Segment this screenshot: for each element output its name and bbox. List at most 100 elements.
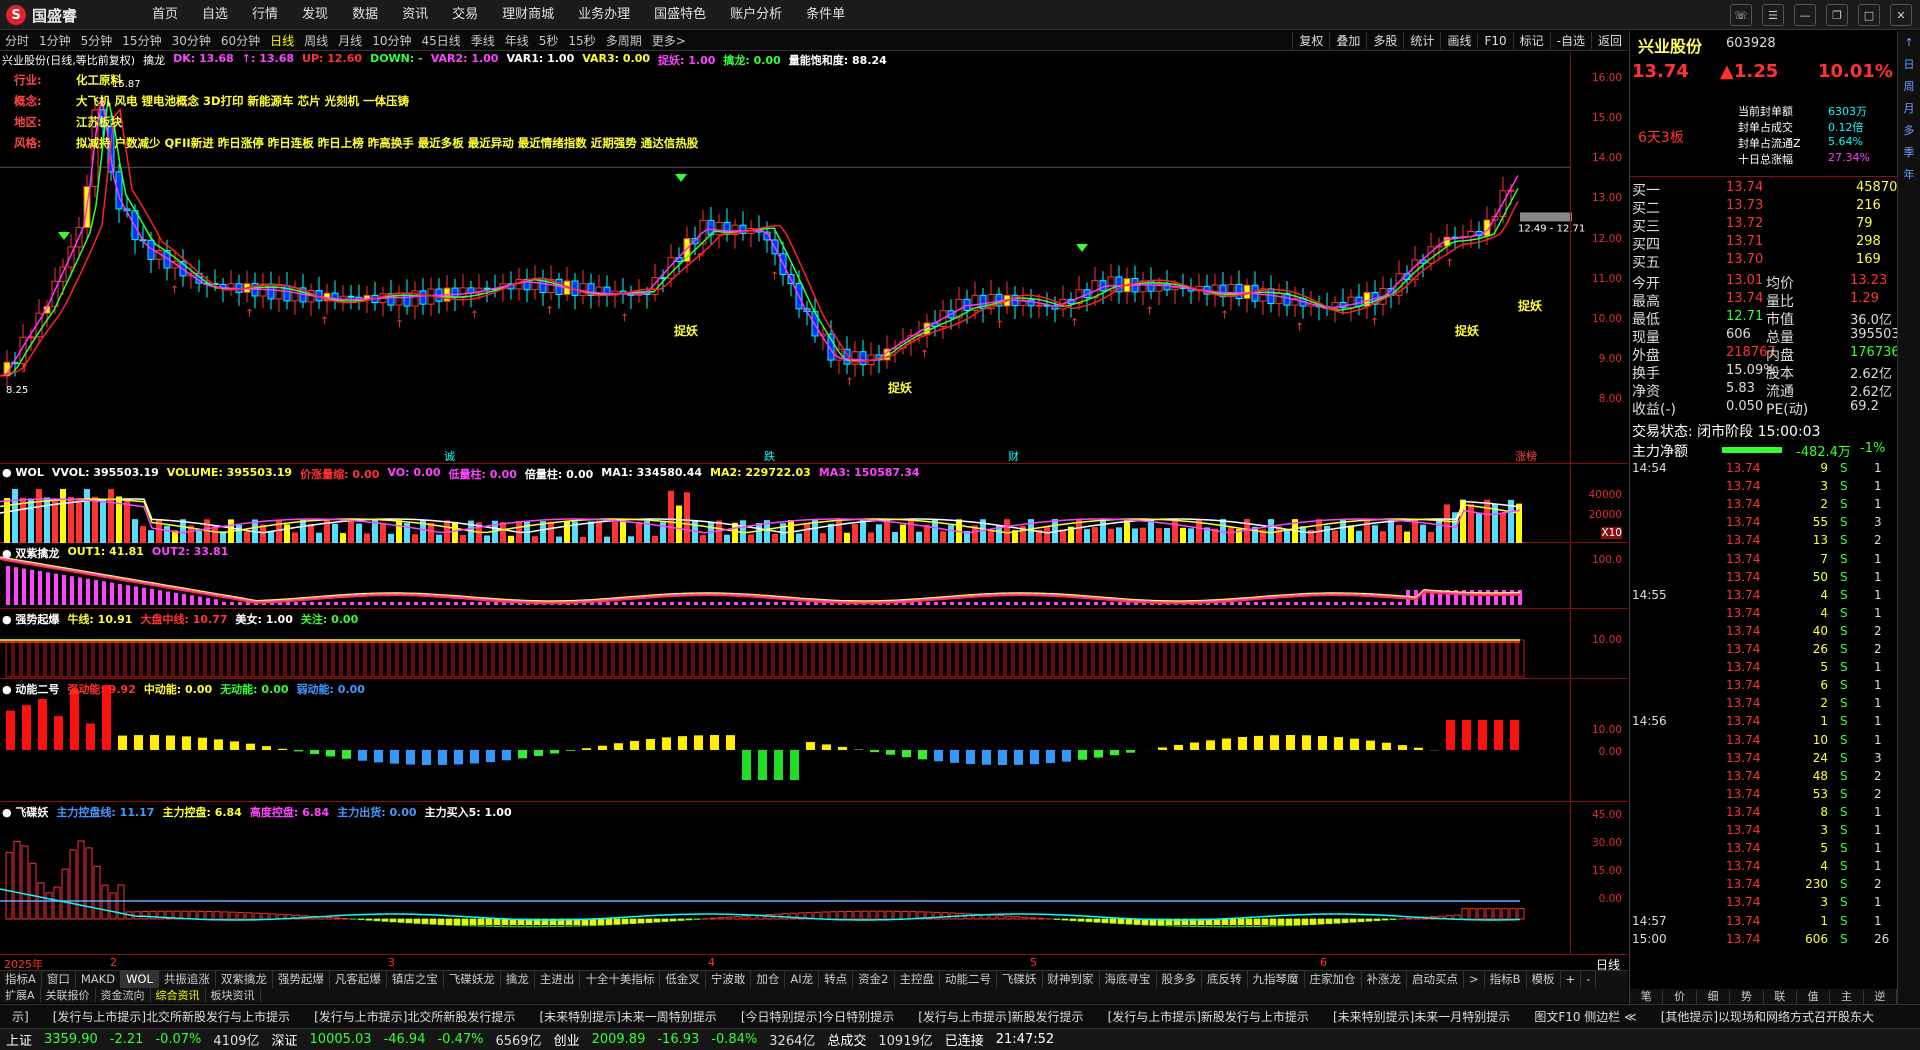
menu-item[interactable]: 国盛特色 — [642, 0, 718, 30]
tool-button[interactable]: 画线 — [1440, 32, 1477, 49]
ticker-item[interactable]: 图文F10 侧边栏 ≪ — [1522, 1005, 1648, 1028]
indicator-tab[interactable]: 底反转 — [1202, 971, 1248, 988]
quote-tab[interactable]: 主 — [1830, 989, 1864, 1004]
menu-icon[interactable]: ☰ — [1762, 4, 1784, 26]
period-2[interactable]: 5分钟 — [76, 31, 118, 51]
tool-button[interactable]: 叠加 — [1329, 32, 1366, 49]
indicator-tab[interactable]: 宁波敢 — [706, 971, 752, 988]
indicator-tab[interactable]: 庄家加仓 — [1305, 971, 1362, 988]
minimize-icon[interactable]: — — [1794, 4, 1816, 26]
tool-button[interactable]: 多股 — [1366, 32, 1403, 49]
ticker-item[interactable]: 示] — [0, 1005, 41, 1028]
indicator-tab[interactable]: 擒龙 — [501, 971, 535, 988]
bid-price[interactable]: 13.71 — [1726, 234, 1763, 249]
main-kline-chart[interactable]: 15.87 8.25 12.49 - 12.71 捉妖 捉妖 捉妖 捉妖诚跌财涨榜 ↑ ↑ ↑ ↑ ↑… — [0, 52, 1628, 464]
ticker-item[interactable]: [发行与上市提示]北交所新股发行与上市提示 — [41, 1005, 302, 1028]
bid-price[interactable]: 13.73 — [1726, 198, 1763, 213]
indicator-tab[interactable]: 加仓 — [751, 971, 786, 988]
indicator-tab[interactable]: 凡客起爆 — [330, 971, 387, 988]
tool-button[interactable]: -自选 — [1549, 32, 1591, 49]
quote-tab[interactable]: 价 — [1663, 989, 1697, 1004]
period-6[interactable]: 日线 — [265, 31, 299, 51]
indicator-tab[interactable]: 资金2 — [853, 971, 895, 988]
indicator-tab[interactable]: > — [1464, 971, 1485, 988]
indicator-tab[interactable]: 共振追涨 — [159, 971, 216, 988]
menu-item[interactable]: 条件单 — [794, 0, 857, 30]
period-8[interactable]: 月线 — [333, 31, 367, 51]
period-1[interactable]: 1分钟 — [34, 31, 76, 51]
sidebar-button[interactable]: 年 — [1898, 163, 1920, 185]
sidebar-button[interactable]: ↑ — [1898, 31, 1920, 53]
sidebar-button[interactable]: 日 — [1898, 53, 1920, 75]
indicator-tab[interactable]: 飞碟妖龙 — [444, 971, 501, 988]
period-0[interactable]: 分时 — [0, 31, 34, 51]
msg-icon[interactable]: ☏ — [1730, 4, 1752, 26]
indicator-panel-feidie[interactable]: ● 飞碟妖 主力控盘线: 11.17 主力控盘: 6.84 高度控盘: 6.84 主力出… — [0, 803, 1628, 955]
close-icon[interactable]: ✕ — [1890, 4, 1912, 26]
tool-button[interactable]: 复权 — [1292, 32, 1329, 49]
bid-price[interactable]: 13.74 — [1726, 180, 1763, 195]
quote-tab[interactable]: 细 — [1697, 989, 1731, 1004]
period-4[interactable]: 30分钟 — [167, 31, 216, 51]
indicator-tab[interactable]: 模板 — [1527, 971, 1561, 988]
period-12[interactable]: 年线 — [500, 31, 534, 51]
indicator-tab[interactable]: 指标A — [0, 971, 42, 988]
menu-item[interactable]: 账户分析 — [718, 0, 794, 30]
indicator-tab[interactable]: 九指琴魔 — [1248, 971, 1305, 988]
indicator-tab[interactable]: MAKD — [76, 971, 122, 988]
quote-tab[interactable]: 笔 — [1630, 989, 1664, 1004]
tool-button[interactable]: 统计 — [1403, 32, 1440, 49]
extension-tab[interactable]: 综合资讯 — [151, 988, 206, 1003]
indicator-tab[interactable]: 启动买点 — [1407, 971, 1464, 988]
period-9[interactable]: 10分钟 — [367, 31, 416, 51]
indicator-tab[interactable]: 财神到家 — [1043, 971, 1100, 988]
indicator-tab[interactable]: 动能二号 — [940, 971, 997, 988]
indicator-tab[interactable]: 低金叉 — [660, 971, 706, 988]
indicator-tab[interactable]: - — [1581, 971, 1597, 988]
indicator-tab[interactable]: 转点 — [819, 971, 854, 988]
indicator-tab[interactable]: 补涨龙 — [1362, 971, 1407, 988]
ticker-item[interactable]: [发行与上市提示]北交所新股发行提示 — [302, 1005, 527, 1028]
quote-tab[interactable]: 联 — [1764, 989, 1797, 1004]
period-13[interactable]: 5秒 — [534, 31, 564, 51]
period-5[interactable]: 60分钟 — [216, 31, 265, 51]
tool-button[interactable]: F10 — [1477, 33, 1512, 48]
indicator-tab[interactable]: 指标B — [1485, 971, 1527, 988]
extension-tab[interactable]: 扩展A — [0, 988, 41, 1003]
period-3[interactable]: 15分钟 — [117, 31, 166, 51]
indicator-tab[interactable]: 窗口 — [42, 971, 76, 988]
indicator-tab[interactable]: 飞碟妖 — [997, 971, 1043, 988]
indicator-tab[interactable]: 十全十美指标 — [580, 971, 661, 988]
restore-icon[interactable]: ❐ — [1826, 4, 1848, 26]
bid-price[interactable]: 13.72 — [1726, 216, 1763, 231]
menu-item[interactable]: 交易 — [440, 0, 490, 30]
ticker-item[interactable]: [未来特别提示]未来一周特别提示 — [527, 1005, 728, 1028]
period-15[interactable]: 多周期 — [601, 31, 647, 51]
tool-button[interactable]: 标记 — [1512, 32, 1550, 49]
extension-tab[interactable]: 资金流向 — [96, 988, 151, 1003]
indicator-panel-qiangshi[interactable]: ● 强势起爆 牛线: 10.91 大盘中线: 10.77 美女: 1.00 关注: 0.… — [0, 610, 1628, 679]
menu-item[interactable]: 自选 — [190, 0, 240, 30]
menu-item[interactable]: 理财商城 — [490, 0, 566, 30]
bid-price[interactable]: 13.70 — [1726, 252, 1763, 267]
indicator-tab[interactable]: 股多多 — [1157, 971, 1202, 988]
quote-tab[interactable]: 逆 — [1864, 989, 1897, 1004]
volume-panel[interactable]: ● WOL VVOL: 395503.19 VOLUME: 395503.19 价涨量… — [0, 465, 1628, 543]
menu-item[interactable]: 数据 — [340, 0, 390, 30]
quote-tab[interactable]: 势 — [1730, 989, 1764, 1004]
period-10[interactable]: 45日线 — [416, 31, 465, 51]
indicator-tab[interactable]: + — [1561, 971, 1582, 988]
extension-tab[interactable]: 关联报价 — [41, 988, 96, 1003]
tool-button[interactable]: 返回 — [1590, 32, 1628, 49]
maximize-icon[interactable]: □ — [1858, 4, 1880, 26]
period-14[interactable]: 15秒 — [563, 31, 600, 51]
ticker-item[interactable]: [今日特别提示]今日特别提示 — [729, 1005, 906, 1028]
indicator-tab[interactable]: 强势起爆 — [273, 971, 330, 988]
ticker-item[interactable]: [发行与上市提示]新股发行提示 — [906, 1005, 1095, 1028]
sidebar-button[interactable]: 周 — [1898, 75, 1920, 97]
indicator-tab[interactable]: 主控盘 — [895, 971, 940, 988]
ticker-item[interactable]: [其他提示]以现场和网络方式召开股东大 — [1649, 1005, 1886, 1028]
menu-item[interactable]: 首页 — [140, 0, 190, 30]
period-11[interactable]: 季线 — [466, 31, 500, 51]
indicator-panel-shuangzi[interactable]: ● 双紫擒龙 OUT1: 41.81 OUT2: 33.81 100.0 — [0, 544, 1628, 609]
